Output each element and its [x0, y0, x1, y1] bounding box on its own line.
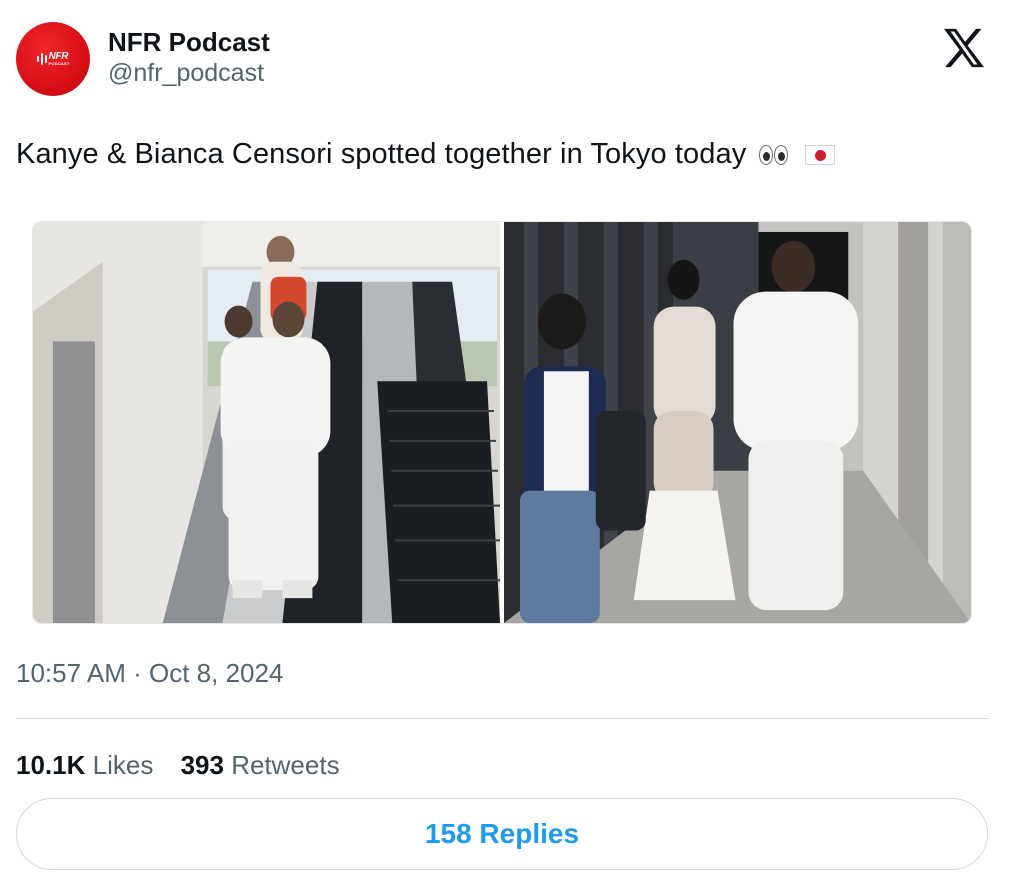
timestamp-time: 10:57 AM [16, 658, 126, 688]
likes-count: 10.1K [16, 750, 86, 780]
avatar-text: NFR [48, 50, 69, 62]
author-display-name[interactable]: NFR Podcast [108, 26, 270, 58]
tweet-body: Kanye & Bianca Censori spotted together … [16, 138, 747, 170]
tweet-timestamp[interactable]: 10:57 AM · Oct 8, 2024 [16, 656, 283, 690]
replies-button[interactable]: 158 Replies [16, 798, 988, 870]
store-hallway-photo[interactable] [504, 222, 971, 623]
tweet-text: Kanye & Bianca Censori spotted together … [16, 136, 835, 172]
tweet-stats: 10.1K Likes 393 Retweets [16, 748, 360, 782]
likes-stat[interactable]: 10.1K Likes [16, 748, 153, 782]
author-info: NFR Podcast @nfr_podcast [108, 26, 270, 88]
eyes-icon [758, 145, 789, 166]
tweet-media [32, 221, 972, 624]
timestamp-date: Oct 8, 2024 [149, 658, 284, 688]
avatar[interactable]: NFR PODCAST [16, 22, 90, 96]
x-logo-icon[interactable] [942, 28, 986, 68]
escalator-photo[interactable] [33, 222, 500, 623]
retweets-label: Retweets [231, 750, 340, 780]
author-handle[interactable]: @nfr_podcast [108, 58, 270, 88]
nfr-logo-icon: NFR PODCAST [36, 50, 70, 66]
avatar-subtext: PODCAST [48, 60, 70, 66]
tweet-header: NFR PODCAST NFR Podcast @nfr_podcast [16, 22, 988, 98]
retweets-stat[interactable]: 393 Retweets [181, 748, 340, 782]
likes-label: Likes [92, 750, 154, 780]
divider [16, 718, 988, 719]
japan-flag-icon [801, 145, 835, 166]
timestamp-separator: · [133, 658, 142, 688]
retweets-count: 393 [180, 750, 224, 780]
